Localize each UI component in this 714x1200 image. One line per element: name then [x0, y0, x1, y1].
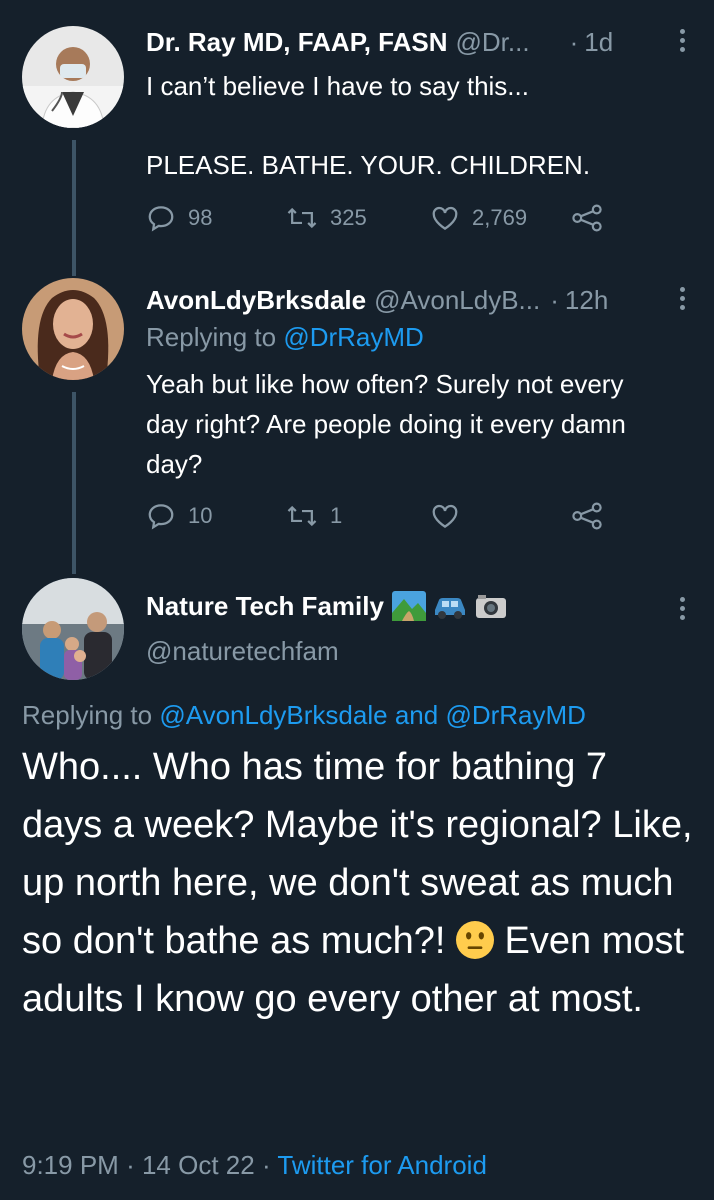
reply-icon	[148, 206, 174, 232]
separator-dot: ·	[550, 284, 559, 315]
tweet-text-line-1: I can’t believe I have to say this...	[146, 71, 529, 101]
avatar-naturetechfam[interactable]	[22, 578, 124, 680]
thread-line	[72, 560, 76, 574]
avatar-dr-ray-image	[22, 26, 124, 128]
reply-button[interactable]: 10	[146, 498, 212, 534]
meta-separator: ·	[261, 1150, 271, 1180]
reply-icon	[148, 504, 174, 530]
share-icon	[572, 204, 602, 232]
replying-prefix: Replying to	[22, 700, 153, 730]
tweet-time[interactable]: 1d	[584, 27, 613, 58]
retweet-button[interactable]: 325	[286, 200, 367, 236]
heart-icon	[432, 504, 458, 528]
avatar-avonldy[interactable]	[22, 278, 124, 380]
display-name[interactable]: Nature Tech Family	[146, 591, 384, 622]
display-name[interactable]: AvonLdyBrksdale	[146, 285, 366, 316]
share-button[interactable]	[570, 200, 604, 236]
retweet-count: 325	[330, 205, 367, 230]
tweet-actions: 10 1	[146, 498, 666, 534]
tweet-header: AvonLdyBrksdale @AvonLdyB... · 12h	[146, 280, 694, 320]
separator-dot: ·	[569, 26, 579, 57]
reply-count: 98	[188, 205, 213, 230]
tweet-timestamp[interactable]: 9:19 PM	[22, 1150, 119, 1180]
more-options-icon[interactable]	[672, 28, 692, 58]
reply-button[interactable]: 98	[146, 200, 212, 236]
mention-link[interactable]: @DrRayMD	[283, 322, 424, 352]
replying-to: Replying to @DrRayMD	[146, 322, 424, 353]
name-emojis	[391, 591, 508, 621]
user-handle[interactable]: @naturetechfam	[146, 636, 339, 667]
tweet-text: Who.... Who has time for bathing 7 days …	[22, 738, 694, 1028]
neutral-face-emoji	[455, 921, 494, 959]
thread-line	[72, 140, 76, 270]
like-button[interactable]: 2,769	[430, 200, 527, 236]
user-handle[interactable]: @AvonLdyB...	[374, 285, 540, 316]
thread-line	[72, 392, 76, 560]
tweet-meta: 9:19 PM · 14 Oct 22 · Twitter for Androi…	[22, 1150, 487, 1181]
more-options-icon[interactable]	[672, 286, 692, 316]
mention-link-drraymd[interactable]: @DrRayMD	[445, 700, 586, 730]
mention-link-avonldy[interactable]: @AvonLdyBrksdale	[159, 700, 387, 730]
thread-line	[72, 270, 76, 276]
retweet-button[interactable]: 1	[286, 498, 342, 534]
like-count: 2,769	[472, 205, 528, 230]
tweet-date[interactable]: 14 Oct 22	[142, 1150, 255, 1180]
tweet-text: Yeah but like how often? Surely not ever…	[146, 369, 634, 479]
share-icon	[572, 502, 602, 530]
like-button[interactable]	[430, 498, 472, 534]
replying-prefix: Replying to	[146, 322, 277, 352]
heart-icon	[432, 206, 458, 230]
tweet-dr-ray[interactable]: Dr. Ray MD, FAAP, FASN @Dr... · 1d I can…	[0, 0, 714, 270]
tweet-source-link[interactable]: Twitter for Android	[277, 1150, 487, 1180]
avatar-naturetechfam-image	[22, 578, 124, 680]
reply-count: 10	[188, 503, 213, 528]
retweet-icon	[287, 505, 317, 527]
national-park-emoji	[391, 591, 426, 621]
tweet-time[interactable]: 12h	[565, 285, 608, 316]
retweet-count: 1	[330, 503, 343, 528]
tweet-header: Nature Tech Family	[146, 586, 694, 626]
tweet-naturetechfam[interactable]: Nature Tech Family @naturetechfam Replyi…	[0, 560, 714, 1200]
replying-and[interactable]: and	[395, 700, 438, 730]
avatar-avonldy-image	[22, 278, 124, 380]
tweet-header: Dr. Ray MD, FAAP, FASN @Dr... · 1d	[146, 22, 694, 62]
meta-separator: ·	[126, 1150, 135, 1180]
avatar-dr-ray[interactable]	[22, 26, 124, 128]
tweet-actions: 98 325 2,769	[146, 200, 666, 236]
replying-to: Replying to @AvonLdyBrksdale and @DrRayM…	[22, 700, 586, 731]
more-options-icon[interactable]	[672, 596, 692, 626]
user-handle[interactable]: @Dr...	[456, 27, 530, 58]
tweet-avonldy[interactable]: AvonLdyBrksdale @AvonLdyB... · 12h Reply…	[0, 270, 714, 560]
camera-emoji	[475, 595, 506, 618]
tweet-text-line-2: PLEASE. BATHE. YOUR. CHILDREN.	[146, 150, 591, 180]
display-name[interactable]: Dr. Ray MD, FAAP, FASN	[146, 27, 448, 58]
retweet-icon	[287, 207, 317, 229]
share-button[interactable]	[570, 498, 604, 534]
car-emoji	[434, 598, 465, 619]
